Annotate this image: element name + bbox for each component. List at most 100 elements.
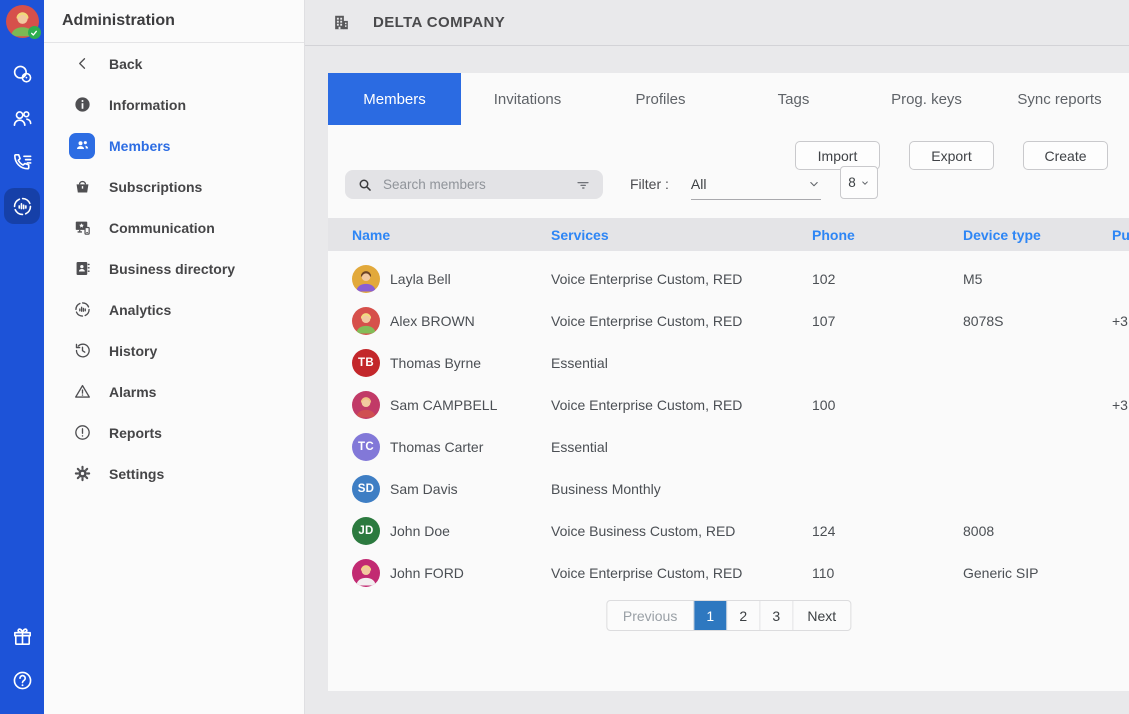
sidebar-item-settings[interactable]: Settings bbox=[44, 453, 304, 494]
sidebar-item-subscriptions[interactable]: Subscriptions bbox=[44, 166, 304, 207]
pagination-next[interactable]: Next bbox=[792, 601, 850, 630]
main-area: DELTA COMPANY MembersInvitationsProfiles… bbox=[305, 0, 1129, 714]
user-avatar[interactable] bbox=[6, 5, 39, 38]
member-name: Sam Davis bbox=[390, 481, 458, 497]
member-services: Essential bbox=[551, 355, 812, 371]
sidebar-item-label: Analytics bbox=[109, 302, 171, 318]
sidebar-item-communication[interactable]: Communication bbox=[44, 207, 304, 248]
tab-prog-keys[interactable]: Prog. keys bbox=[860, 73, 993, 125]
member-services: Voice Enterprise Custom, RED bbox=[551, 271, 812, 287]
member-services: Business Monthly bbox=[551, 481, 812, 497]
gift-icon[interactable] bbox=[4, 618, 40, 654]
column-header-pu[interactable]: Pu bbox=[1112, 227, 1129, 243]
members-icon bbox=[69, 133, 95, 159]
tab-bar: MembersInvitationsProfilesTagsProg. keys… bbox=[328, 73, 1129, 125]
pagination-previous[interactable]: Previous bbox=[607, 601, 693, 630]
member-device-type: M5 bbox=[963, 271, 1112, 287]
business-directory-icon bbox=[69, 256, 95, 282]
export-button[interactable]: Export bbox=[909, 141, 994, 170]
contacts-icon[interactable] bbox=[4, 100, 40, 136]
chevron-down-icon bbox=[807, 177, 821, 191]
table-row[interactable]: Alex BROWNVoice Enterprise Custom, RED10… bbox=[328, 300, 1129, 342]
column-header-phone[interactable]: Phone bbox=[812, 227, 963, 243]
table-row[interactable]: JDJohn DoeVoice Business Custom, RED1248… bbox=[328, 510, 1129, 552]
communication-icon bbox=[69, 215, 95, 241]
member-name-cell: Layla Bell bbox=[352, 265, 551, 293]
search-input[interactable] bbox=[383, 177, 575, 192]
member-device-type: 8078S bbox=[963, 313, 1112, 329]
sidebar-item-alarms[interactable]: Alarms bbox=[44, 371, 304, 412]
column-header-services[interactable]: Services bbox=[551, 227, 812, 243]
sidebar-item-information[interactable]: Information bbox=[44, 84, 304, 125]
table-row[interactable]: Sam CAMPBELLVoice Enterprise Custom, RED… bbox=[328, 384, 1129, 426]
tab-profiles[interactable]: Profiles bbox=[594, 73, 727, 125]
subscriptions-icon bbox=[69, 174, 95, 200]
chevron-down-icon bbox=[860, 178, 870, 188]
sidebar-item-label: Business directory bbox=[109, 261, 235, 277]
member-phone: 107 bbox=[812, 313, 963, 329]
rail-bottom-nav bbox=[4, 618, 40, 706]
history-icon bbox=[69, 338, 95, 364]
sidebar-item-members[interactable]: Members bbox=[44, 125, 304, 166]
table-row[interactable]: TBThomas ByrneEssential bbox=[328, 342, 1129, 384]
sidebar-item-analytics[interactable]: Analytics bbox=[44, 289, 304, 330]
reports-icon bbox=[69, 420, 95, 446]
member-avatar bbox=[352, 391, 380, 419]
tab-tags[interactable]: Tags bbox=[727, 73, 860, 125]
sidebar-item-label: Settings bbox=[109, 466, 164, 482]
member-services: Voice Business Custom, RED bbox=[551, 523, 812, 539]
search-icon bbox=[357, 177, 373, 193]
sidebar-item-business-directory[interactable]: Business directory bbox=[44, 248, 304, 289]
member-services: Voice Enterprise Custom, RED bbox=[551, 313, 812, 329]
member-name: John FORD bbox=[390, 565, 464, 581]
member-name-cell: Sam CAMPBELL bbox=[352, 391, 551, 419]
filter-list-icon[interactable] bbox=[575, 177, 591, 193]
page-size-value: 8 bbox=[848, 175, 856, 190]
filter-label: Filter : bbox=[630, 176, 669, 192]
avatar-initials: TC bbox=[358, 441, 374, 453]
sidebar-item-reports[interactable]: Reports bbox=[44, 412, 304, 453]
call-history-icon[interactable] bbox=[4, 144, 40, 180]
rail-nav bbox=[4, 56, 40, 232]
table-row[interactable]: John FORD Voice Enterprise Custom, RED110… bbox=[328, 552, 1129, 594]
info-icon bbox=[69, 92, 95, 118]
sidebar-item-back[interactable]: Back bbox=[44, 43, 304, 84]
sidebar-menu: BackInformationMembers Subscriptions Commu… bbox=[44, 43, 304, 494]
analytics-icon[interactable] bbox=[4, 188, 40, 224]
search-box[interactable] bbox=[345, 170, 603, 199]
avatar-initials: JD bbox=[358, 525, 373, 537]
member-services: Voice Enterprise Custom, RED bbox=[551, 565, 812, 581]
member-phone: 102 bbox=[812, 271, 963, 287]
members-panel: MembersInvitationsProfilesTagsProg. keys… bbox=[328, 73, 1129, 691]
member-public-numbers: +3 bbox=[1112, 313, 1129, 329]
sidebar-item-label: Communication bbox=[109, 220, 215, 236]
help-icon[interactable] bbox=[4, 662, 40, 698]
column-header-device-type[interactable]: Device type bbox=[963, 227, 1112, 243]
page-size-dropdown[interactable]: 8 bbox=[840, 166, 878, 199]
filter-group: Filter : All bbox=[630, 167, 821, 201]
member-phone: 100 bbox=[812, 397, 963, 413]
sidebar-item-label: Subscriptions bbox=[109, 179, 202, 195]
member-name: Thomas Carter bbox=[390, 439, 483, 455]
column-header-name[interactable]: Name bbox=[352, 227, 551, 243]
tab-sync-reports[interactable]: Sync reports bbox=[993, 73, 1126, 125]
pagination-page-1[interactable]: 1 bbox=[693, 601, 726, 630]
create-button[interactable]: Create bbox=[1023, 141, 1108, 170]
member-phone: 110 bbox=[812, 565, 963, 581]
sidebar: Administration BackInformationMembersSub… bbox=[44, 0, 305, 714]
filter-dropdown[interactable]: All bbox=[691, 168, 821, 200]
member-name-cell: SDSam Davis bbox=[352, 475, 551, 503]
alarms-icon bbox=[69, 379, 95, 405]
tab-invitations[interactable]: Invitations bbox=[461, 73, 594, 125]
sidebar-item-history[interactable]: History bbox=[44, 330, 304, 371]
table-row[interactable]: Layla BellVoice Enterprise Custom, RED10… bbox=[328, 258, 1129, 300]
tab-members[interactable]: Members bbox=[328, 73, 461, 125]
pagination-page-3[interactable]: 3 bbox=[759, 601, 792, 630]
activity-icon[interactable] bbox=[4, 56, 40, 92]
member-services: Essential bbox=[551, 439, 812, 455]
table-row[interactable]: SDSam DavisBusiness Monthly bbox=[328, 468, 1129, 510]
online-check-badge bbox=[28, 26, 41, 39]
pagination-page-2[interactable]: 2 bbox=[726, 601, 759, 630]
table-row[interactable]: TC Thomas Carter Essential bbox=[328, 426, 1129, 468]
member-services: Voice Enterprise Custom, RED bbox=[551, 397, 812, 413]
